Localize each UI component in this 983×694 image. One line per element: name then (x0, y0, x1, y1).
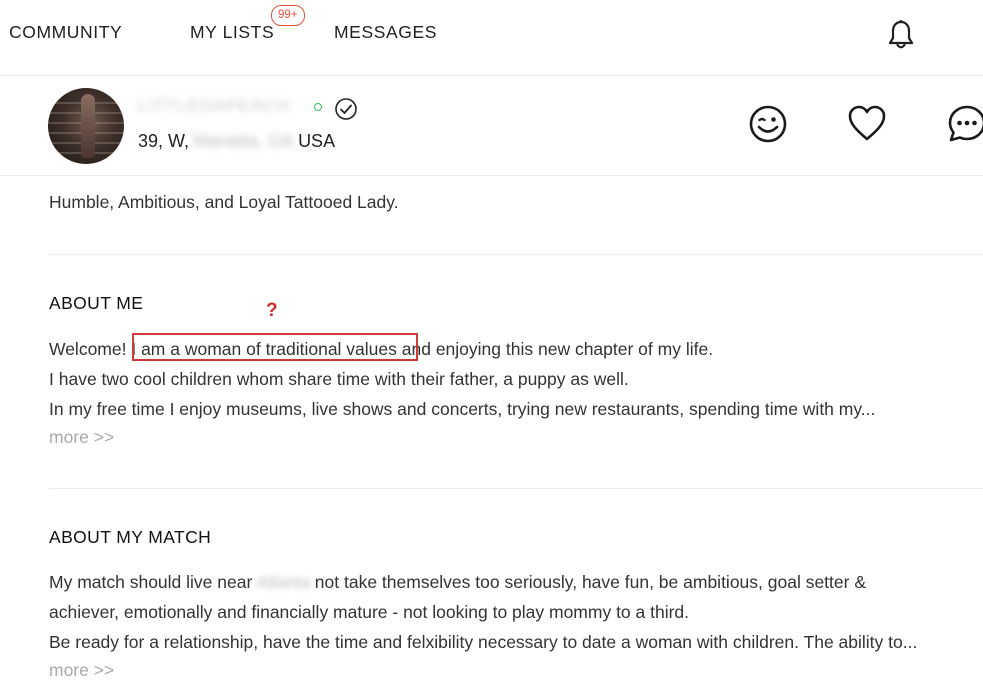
heart-icon[interactable] (845, 102, 889, 146)
online-status-dot (314, 103, 322, 111)
location-city: Marietta, GA (193, 131, 295, 151)
divider (49, 488, 983, 489)
about-me-line-1: Welcome! I am a woman of traditional val… (49, 334, 875, 364)
about-match-line-1-end: not take themselves too seriously, have … (314, 572, 867, 592)
about-me-text: Welcome! I am a woman of traditional val… (49, 334, 875, 450)
divider (49, 254, 983, 255)
about-me-more-link[interactable]: more >> (49, 424, 875, 450)
annotation-question-mark: ? (266, 300, 278, 321)
location-country: USA (298, 131, 336, 151)
about-match-line-1-start: My match should live near (49, 572, 253, 592)
about-my-match-text: My match should live near Atlanta not take… (49, 567, 917, 683)
top-navigation: COMMUNITY MY LISTS 99+ MESSAGES (0, 0, 983, 76)
chat-bubble-icon[interactable] (945, 102, 983, 146)
about-match-blurred-location: Atlanta (256, 572, 311, 592)
check-circle-icon (335, 98, 357, 120)
about-me-heading: ABOUT ME (49, 293, 144, 313)
about-me-line-1-end: and enjoying this new chapter of my life… (396, 339, 714, 359)
about-match-more-link[interactable]: more >> (49, 657, 917, 683)
nav-community[interactable]: COMMUNITY (9, 22, 122, 43)
about-match-line-1: My match should live near Atlanta not take… (49, 567, 917, 597)
profile-tagline: Humble, Ambitious, and Loyal Tattooed La… (49, 192, 399, 212)
profile-details: 39, W, Marietta, GA USA (138, 131, 335, 152)
nav-messages[interactable]: MESSAGES (334, 22, 437, 43)
about-me-highlighted-phrase: I am a woman of traditional values (131, 339, 397, 359)
age-gender: 39, W, (138, 131, 190, 151)
about-me-line-2: I have two cool children whom share time… (49, 369, 629, 389)
bell-icon[interactable] (886, 19, 916, 51)
about-match-line-2: achiever, emotionally and financially ma… (49, 602, 690, 622)
about-match-line-3: Be ready for a relationship, have the ti… (49, 632, 918, 652)
my-lists-count-badge: 99+ (271, 5, 305, 26)
wink-icon[interactable] (746, 102, 790, 146)
nav-my-lists[interactable]: MY LISTS (190, 22, 274, 43)
about-me-line-1-start: Welcome! (49, 339, 132, 359)
profile-header: LITTLEGAPEACH 39, W, Marietta, GA USA (0, 76, 983, 176)
profile-username: LITTLEGAPEACH (138, 96, 290, 115)
avatar[interactable] (48, 88, 124, 164)
about-me-line-3: In my free time I enjoy museums, live sh… (49, 399, 876, 419)
about-my-match-heading: ABOUT MY MATCH (49, 527, 212, 547)
